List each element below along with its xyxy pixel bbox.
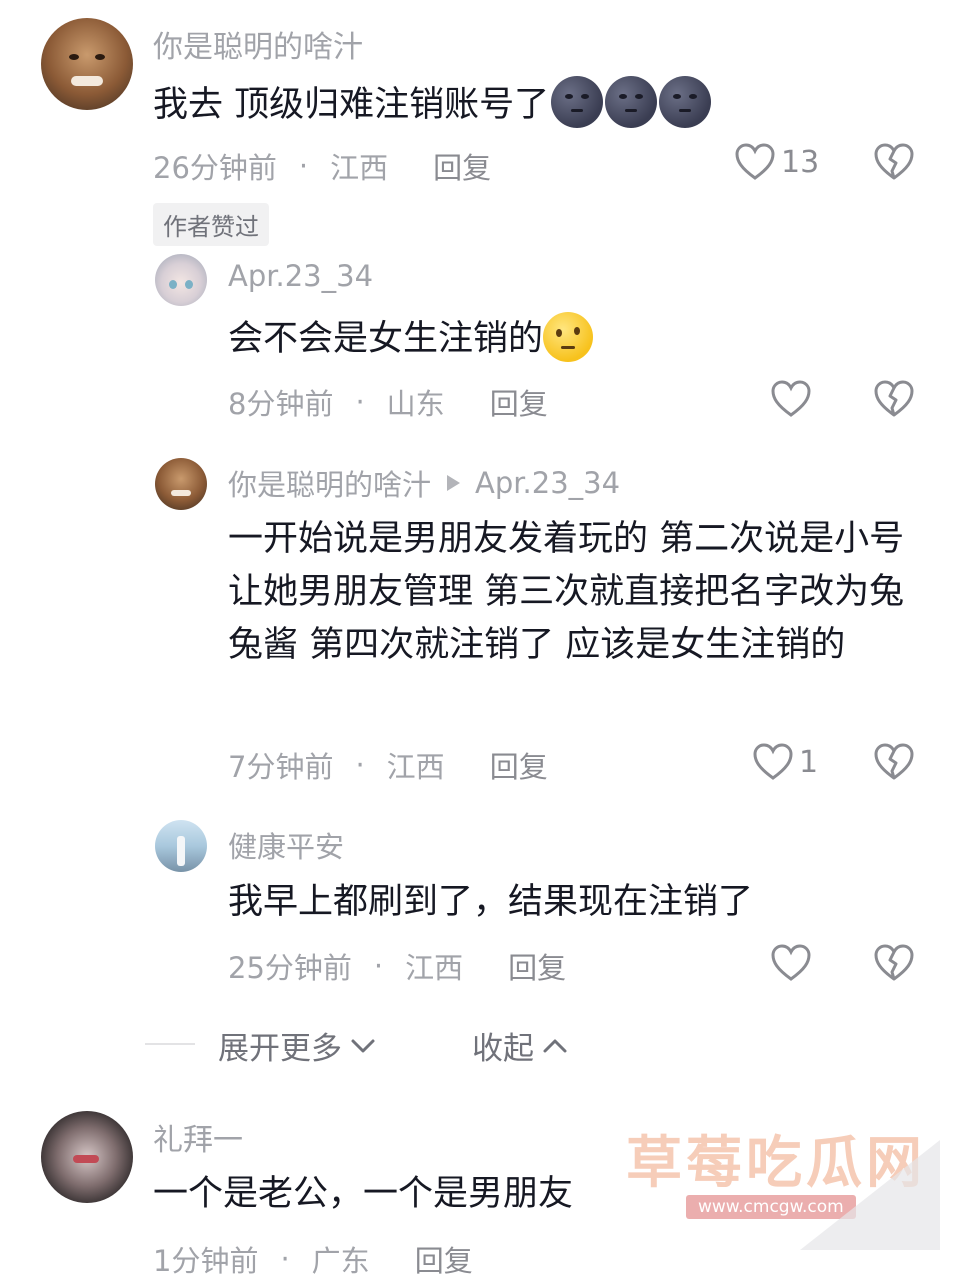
comment-username[interactable]: Apr.23_34 bbox=[228, 259, 373, 293]
separator-dot: · bbox=[355, 385, 365, 419]
play-arrow-icon bbox=[447, 475, 461, 491]
comment-username[interactable]: 礼拜一 bbox=[153, 1115, 243, 1159]
separator-dot: · bbox=[280, 1242, 290, 1276]
heart-icon bbox=[771, 944, 811, 981]
heart-icon bbox=[753, 743, 793, 780]
comment-username[interactable]: 你是聪明的啥汁 bbox=[153, 22, 363, 66]
reply-author[interactable]: 你是聪明的啥汁 bbox=[228, 462, 431, 504]
comment-time: 26分钟前 bbox=[153, 151, 277, 185]
like-count: 1 bbox=[799, 744, 819, 780]
chevron-up-icon bbox=[543, 1039, 567, 1052]
watermark-shape bbox=[800, 1140, 940, 1250]
avatar[interactable] bbox=[41, 18, 133, 110]
collapse-button[interactable]: 收起 bbox=[472, 1023, 568, 1068]
like-count: 13 bbox=[781, 144, 820, 180]
comment-meta: 25分钟前 · 江西 回复 bbox=[228, 945, 566, 987]
like-button[interactable] bbox=[771, 380, 811, 418]
avatar[interactable] bbox=[155, 458, 207, 510]
comment-location: 广东 bbox=[311, 1244, 370, 1278]
dislike-button[interactable] bbox=[874, 143, 914, 181]
dislike-button[interactable] bbox=[874, 944, 914, 982]
author-liked-badge: 作者赞过 bbox=[153, 203, 269, 246]
avatar[interactable] bbox=[41, 1111, 133, 1203]
thinking-face-icon bbox=[543, 312, 594, 362]
comment-text: 我早上都刷到了，结果现在注销了 bbox=[228, 882, 754, 922]
avatar[interactable] bbox=[155, 254, 207, 306]
divider-line bbox=[145, 1043, 195, 1045]
heart-icon bbox=[771, 380, 811, 417]
separator-dot: · bbox=[373, 949, 384, 983]
like-button[interactable]: 1 bbox=[753, 743, 818, 781]
new-moon-face-icon bbox=[659, 76, 712, 128]
reply-button[interactable]: 回复 bbox=[415, 1238, 473, 1280]
comment-meta: 8分钟前 · 山东 回复 bbox=[228, 381, 548, 423]
reply-button[interactable]: 回复 bbox=[490, 381, 548, 423]
reply-button[interactable]: 回复 bbox=[433, 145, 491, 187]
new-moon-face-icon bbox=[605, 76, 658, 128]
comment-location: 江西 bbox=[330, 151, 389, 185]
comment-time: 25分钟前 bbox=[228, 951, 352, 985]
comment-text: 一开始说是男朋友发着玩的 第二次说是小号让她男朋友管理 第三次就直接把名字改为兔… bbox=[228, 519, 905, 665]
expand-more-button[interactable]: 展开更多 bbox=[218, 1023, 376, 1068]
comment-location: 山东 bbox=[386, 387, 445, 421]
reply-button[interactable]: 回复 bbox=[490, 744, 548, 786]
comment-text: 一个是老公，一个是男朋友 bbox=[153, 1174, 574, 1214]
comment-username[interactable]: 健康平安 bbox=[228, 824, 344, 866]
comment-meta: 7分钟前 · 江西 回复 bbox=[228, 744, 548, 786]
reply-to-user[interactable]: Apr.23_34 bbox=[475, 466, 620, 500]
dislike-button[interactable] bbox=[874, 380, 914, 418]
separator-dot: · bbox=[298, 149, 309, 183]
comment-meta: 26分钟前 · 江西 回复 bbox=[153, 145, 491, 187]
comment-location: 江西 bbox=[405, 951, 464, 985]
new-moon-face-icon bbox=[551, 76, 604, 128]
broken-heart-icon bbox=[874, 743, 914, 780]
comment-text: 会不会是女生注销的 bbox=[228, 312, 594, 366]
broken-heart-icon bbox=[874, 380, 914, 417]
expand-more-label: 展开更多 bbox=[218, 1031, 342, 1067]
comment-time: 1分钟前 bbox=[153, 1244, 259, 1278]
like-button[interactable]: 13 bbox=[735, 143, 819, 181]
comment-username: 你是聪明的啥汁 Apr.23_34 bbox=[228, 462, 620, 504]
avatar[interactable] bbox=[155, 820, 207, 872]
reply-button[interactable]: 回复 bbox=[508, 945, 566, 987]
comment-meta: 1分钟前 · 广东 回复 bbox=[153, 1238, 473, 1280]
comment-text: 我去 顶级归难注销账号了 bbox=[153, 76, 712, 132]
heart-icon bbox=[735, 143, 775, 180]
like-button[interactable] bbox=[771, 944, 811, 982]
dislike-button[interactable] bbox=[874, 743, 914, 781]
broken-heart-icon bbox=[874, 143, 914, 180]
collapse-label: 收起 bbox=[472, 1031, 534, 1067]
comment-time: 8分钟前 bbox=[228, 387, 334, 421]
comment-time: 7分钟前 bbox=[228, 750, 334, 784]
separator-dot: · bbox=[355, 748, 365, 782]
comment-location: 江西 bbox=[386, 750, 445, 784]
broken-heart-icon bbox=[874, 944, 914, 981]
chevron-down-icon bbox=[351, 1039, 375, 1052]
